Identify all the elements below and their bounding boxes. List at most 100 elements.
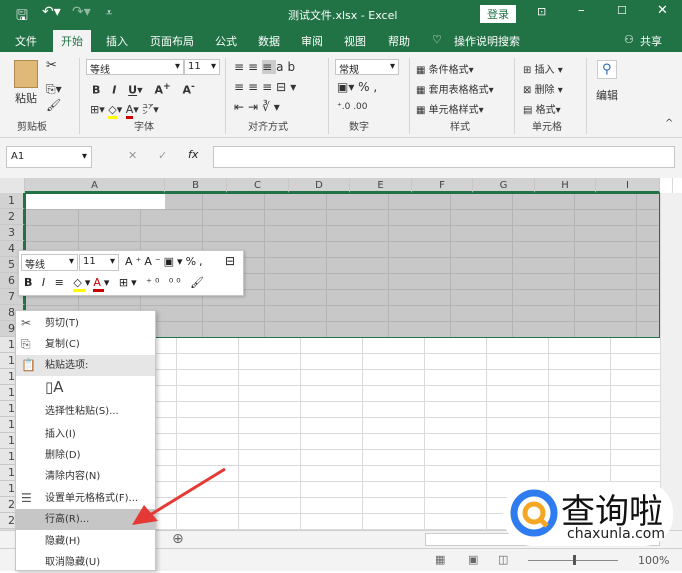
mini-toolbar: 等线 ▾ 11 ▾ A⁺A⁻▣▾%, ⊟ B I ≡ ◇▾A▾ ⊞▾ ⁺⁰ ⁰⁰ 🖌 — [18, 250, 244, 296]
share-button[interactable]: 共享 — [640, 33, 662, 49]
menu-delete[interactable]: 删除(D) — [16, 445, 155, 466]
font-size-select[interactable]: 11 ▾ — [184, 59, 220, 75]
menu-hide[interactable]: 隐藏(H) — [16, 531, 155, 552]
search-icon[interactable]: ⚲ — [597, 60, 617, 79]
group-clipboard: 剪贴板 — [17, 122, 47, 133]
column-header[interactable]: D — [289, 178, 350, 193]
edit-button[interactable]: 编辑 — [596, 87, 618, 103]
collapse-ribbon-icon[interactable]: ^ — [665, 118, 673, 129]
add-sheet-button[interactable]: ⊕ — [172, 531, 184, 547]
tab-home[interactable]: 开始 — [53, 30, 91, 52]
currency-percent-buttons[interactable]: ▣▾ % , — [337, 80, 377, 94]
zoom-level[interactable]: 100% — [638, 554, 669, 567]
mini-font-select[interactable]: 等线 ▾ — [21, 254, 78, 271]
active-cell-a1[interactable] — [26, 194, 165, 209]
tab-insert[interactable]: 插入 — [106, 33, 128, 49]
undo-icon[interactable]: ↶▾ — [42, 4, 61, 20]
tab-data[interactable]: 数据 — [258, 33, 280, 49]
tab-review[interactable]: 审阅 — [301, 33, 323, 49]
column-header[interactable]: I — [596, 178, 660, 193]
customize-qat-icon[interactable]: ⩡ — [106, 6, 112, 20]
close-button[interactable]: ✕ — [657, 3, 668, 18]
format-painter-icon[interactable]: 🖌 — [46, 98, 61, 112]
watermark-url: chaxunla.com — [567, 526, 665, 542]
menu-insert[interactable]: 插入(I) — [16, 424, 155, 445]
cell-styles-button[interactable]: ▦ 单元格样式▾ — [416, 101, 484, 116]
cut-icon: ✂ — [21, 316, 32, 330]
mini-style-buttons[interactable]: B I ≡ ◇▾A▾ ⊞▾ ⁺⁰ ⁰⁰ 🖌 — [24, 276, 207, 292]
column-header[interactable]: H — [535, 178, 596, 193]
font-name-value: 等线 — [90, 65, 110, 76]
share-icon[interactable]: ⚇ — [624, 33, 634, 46]
select-all[interactable] — [0, 178, 25, 193]
bold-italic-underline-buttons[interactable]: B I U▾ A+ A- — [92, 81, 195, 97]
zoom-slider-thumb[interactable] — [573, 555, 576, 565]
indent-orientation-buttons[interactable]: ⇤⇥∛▾ — [234, 100, 284, 114]
tell-me-search[interactable]: 操作说明搜索 — [454, 33, 520, 49]
format-cells-button[interactable]: ▤ 格式▾ — [523, 101, 561, 116]
decimal-buttons[interactable]: ⁺.0 .00 — [337, 102, 368, 112]
menu-unhide[interactable]: 取消隐藏(U) — [16, 552, 155, 573]
menu-cut[interactable]: ✂ 剪切(T) — [16, 313, 155, 334]
font-name-select[interactable]: 等线 ▾ — [86, 59, 184, 76]
tab-page-layout[interactable]: 页面布局 — [150, 33, 194, 49]
page-layout-view-icon[interactable]: ▣ — [468, 553, 478, 566]
paste-icon[interactable] — [14, 60, 38, 88]
login-button[interactable]: 登录 — [480, 5, 516, 23]
ribbon-tabs: 文件 开始 插入 页面布局 公式 数据 审阅 视图 帮助 ♡ 操作说明搜索 ⚇ … — [0, 28, 682, 52]
window-title: 测试文件.xlsx - Excel — [288, 9, 398, 22]
row-header[interactable]: 2 — [0, 209, 25, 225]
column-header[interactable]: A — [25, 178, 165, 193]
tab-view[interactable]: 视图 — [344, 33, 366, 49]
horizontal-align-buttons[interactable]: ≡≡≡⊟▾ — [234, 80, 300, 94]
red-arrow-annotation — [132, 467, 226, 525]
cut-icon[interactable]: ✂ — [46, 58, 57, 73]
ribbon-display-icon[interactable]: ⊡ — [537, 5, 546, 18]
copy-icon: ⎘ — [21, 337, 31, 351]
minimize-button[interactable]: – — [578, 3, 585, 18]
paste-icon: 📋 — [21, 358, 36, 372]
paste-button[interactable]: 粘贴 — [15, 90, 37, 106]
group-cells: 单元格 — [532, 122, 562, 133]
border-fill-color-buttons[interactable]: ⊞▾ ◇▾ A▾ ㍐▾ — [90, 101, 159, 119]
insert-function-icon[interactable]: fx — [188, 148, 198, 161]
tab-help[interactable]: 帮助 — [388, 33, 410, 49]
context-menu: ✂ 剪切(T) ⎘ 复制(C) 📋 粘贴选项: ▯A 选择性粘贴(S)... 插入(I… — [15, 310, 156, 571]
copy-icon[interactable]: ⎘▾ — [46, 82, 62, 97]
name-box[interactable]: A1 ▾ — [6, 146, 92, 168]
mini-format-buttons[interactable]: A⁺A⁻▣▾%, — [125, 255, 206, 268]
normal-view-icon[interactable]: ▦ — [435, 553, 445, 566]
save-icon[interactable]: 🖫 — [16, 5, 28, 29]
menu-copy[interactable]: ⎘ 复制(C) — [16, 334, 155, 355]
paste-text-only-button[interactable]: ▯A — [16, 377, 155, 403]
page-break-view-icon[interactable]: ◫ — [498, 553, 508, 566]
enter-icon[interactable]: ✓ — [158, 149, 167, 162]
formula-input[interactable] — [213, 146, 675, 168]
column-header[interactable]: E — [350, 178, 412, 193]
menu-paste-special[interactable]: 选择性粘贴(S)... — [16, 401, 155, 422]
table-format-button[interactable]: ▦ 套用表格格式▾ — [416, 81, 494, 96]
mini-format-table-icon[interactable]: ⊟ — [225, 254, 235, 268]
vertical-scrollbar[interactable] — [660, 193, 682, 530]
group-alignment: 对齐方式 — [248, 122, 288, 133]
row-header[interactable]: 3 — [0, 225, 25, 241]
mini-size-select[interactable]: 11 ▾ — [79, 254, 119, 271]
lightbulb-icon: ♡ — [432, 33, 442, 46]
column-header[interactable]: F — [412, 178, 473, 193]
column-header[interactable]: C — [227, 178, 289, 193]
font-size-value: 11 — [188, 61, 201, 72]
insert-cells-button[interactable]: ⊞ 插入 ▾ — [523, 61, 563, 76]
number-format-select[interactable]: 常规 ▾ — [335, 59, 399, 76]
vertical-align-buttons[interactable]: ≡≡≡ab — [234, 60, 299, 74]
tab-file[interactable]: 文件 — [15, 33, 37, 49]
column-header[interactable]: G — [473, 178, 535, 193]
group-font: 字体 — [134, 122, 154, 133]
delete-cells-button[interactable]: ⊠ 删除 ▾ — [523, 81, 563, 96]
cancel-icon[interactable]: ✕ — [128, 149, 137, 162]
row-header[interactable]: 1 — [0, 193, 25, 209]
conditional-format-button[interactable]: ▦ 条件格式▾ — [416, 61, 474, 76]
redo-icon[interactable]: ↷▾ — [72, 4, 91, 20]
column-header[interactable]: B — [165, 178, 227, 193]
tab-formulas[interactable]: 公式 — [215, 33, 237, 49]
maximize-button[interactable]: ☐ — [617, 4, 627, 17]
